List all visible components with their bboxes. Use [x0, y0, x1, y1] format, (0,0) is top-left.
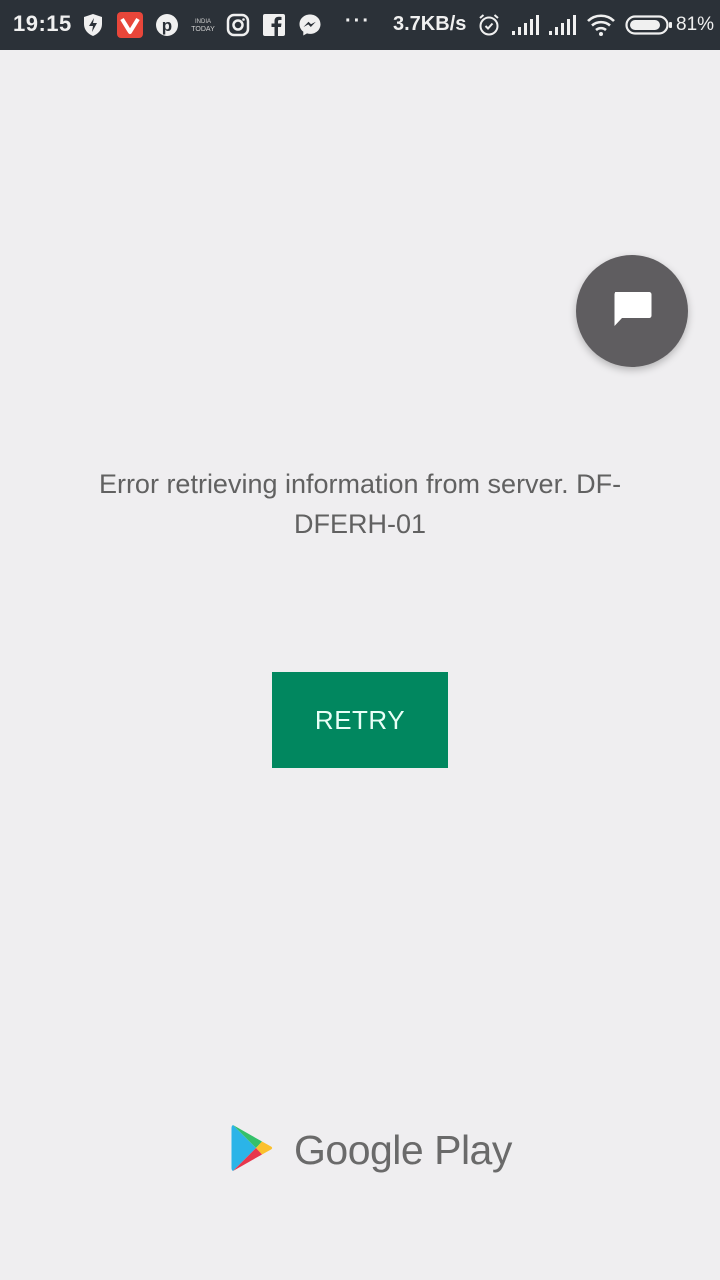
svg-text:p: p	[162, 16, 172, 35]
more-notifications-indicator: ···	[345, 10, 371, 32]
google-play-icon	[230, 1123, 274, 1178]
vivaldi-icon	[117, 12, 143, 38]
wifi-icon	[586, 12, 616, 38]
facebook-icon	[263, 12, 285, 38]
retry-button[interactable]: RETRY	[272, 672, 448, 768]
india-today-icon: INDIA TODAY	[190, 12, 216, 38]
shield-bolt-icon	[82, 12, 104, 38]
battery-icon	[625, 12, 673, 38]
signal-sim2-icon	[548, 12, 576, 38]
status-bar: 19:15 p INDIA TODAY ··· 3.7KB/s 81%	[0, 0, 720, 50]
battery-percent: 81%	[676, 14, 715, 35]
instagram-icon	[226, 12, 250, 38]
pinterest-icon: p	[155, 12, 179, 38]
status-time: 19:15	[13, 11, 72, 36]
messenger-icon	[298, 12, 322, 38]
svg-text:TODAY: TODAY	[191, 26, 215, 33]
chat-fab-button[interactable]	[576, 255, 688, 367]
alarm-icon	[477, 12, 501, 38]
chat-bubble-icon	[611, 288, 653, 335]
svg-text:INDIA: INDIA	[195, 19, 211, 25]
google-play-wordmark: Google Play	[294, 1126, 512, 1173]
google-play-logo: Google Play	[230, 1124, 512, 1176]
signal-sim1-icon	[511, 12, 539, 38]
error-message: Error retrieving information from server…	[98, 469, 622, 539]
network-speed: 3.7KB/s	[393, 13, 467, 35]
